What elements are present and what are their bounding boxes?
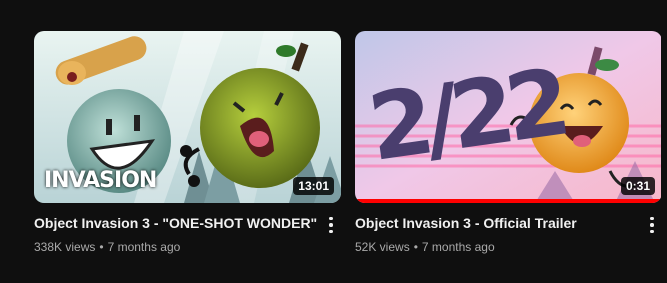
video-thumbnail[interactable]: INVASION 13:01 bbox=[34, 31, 341, 203]
more-vert-icon[interactable] bbox=[642, 214, 662, 236]
video-meta: Object Invasion 3 - "ONE-SHOT WONDER" 33… bbox=[34, 213, 341, 255]
duration-badge: 0:31 bbox=[620, 177, 655, 195]
separator-dot: • bbox=[99, 240, 104, 254]
thumbnail-date-text: 2/22 bbox=[362, 49, 570, 182]
video-title[interactable]: Object Invasion 3 - Official Trailer bbox=[355, 213, 634, 233]
video-card[interactable]: 2/22 0:31 Object Invasion 3 - Official T… bbox=[355, 31, 662, 255]
view-count: 338K views bbox=[34, 240, 96, 254]
upload-age: 7 months ago bbox=[421, 240, 495, 254]
video-card[interactable]: INVASION 13:01 Object Invasion 3 - "ONE-… bbox=[34, 31, 341, 255]
page-scrollbar[interactable] bbox=[661, 0, 667, 283]
video-subtext: 338K views • 7 months ago bbox=[34, 239, 313, 255]
thumbnail-logo: INVASION bbox=[44, 168, 157, 193]
video-thumbnail[interactable]: 2/22 0:31 bbox=[355, 31, 662, 203]
video-meta: Object Invasion 3 - Official Trailer 52K… bbox=[355, 213, 662, 255]
separator-dot: • bbox=[413, 240, 418, 254]
more-vert-icon[interactable] bbox=[321, 214, 341, 236]
duration-badge: 13:01 bbox=[293, 177, 334, 195]
video-title[interactable]: Object Invasion 3 - "ONE-SHOT WONDER" bbox=[34, 213, 317, 233]
upload-age: 7 months ago bbox=[107, 240, 181, 254]
view-count: 52K views bbox=[355, 240, 410, 254]
video-subtext: 52K views • 7 months ago bbox=[355, 239, 634, 255]
watch-progress-bar bbox=[355, 199, 662, 203]
